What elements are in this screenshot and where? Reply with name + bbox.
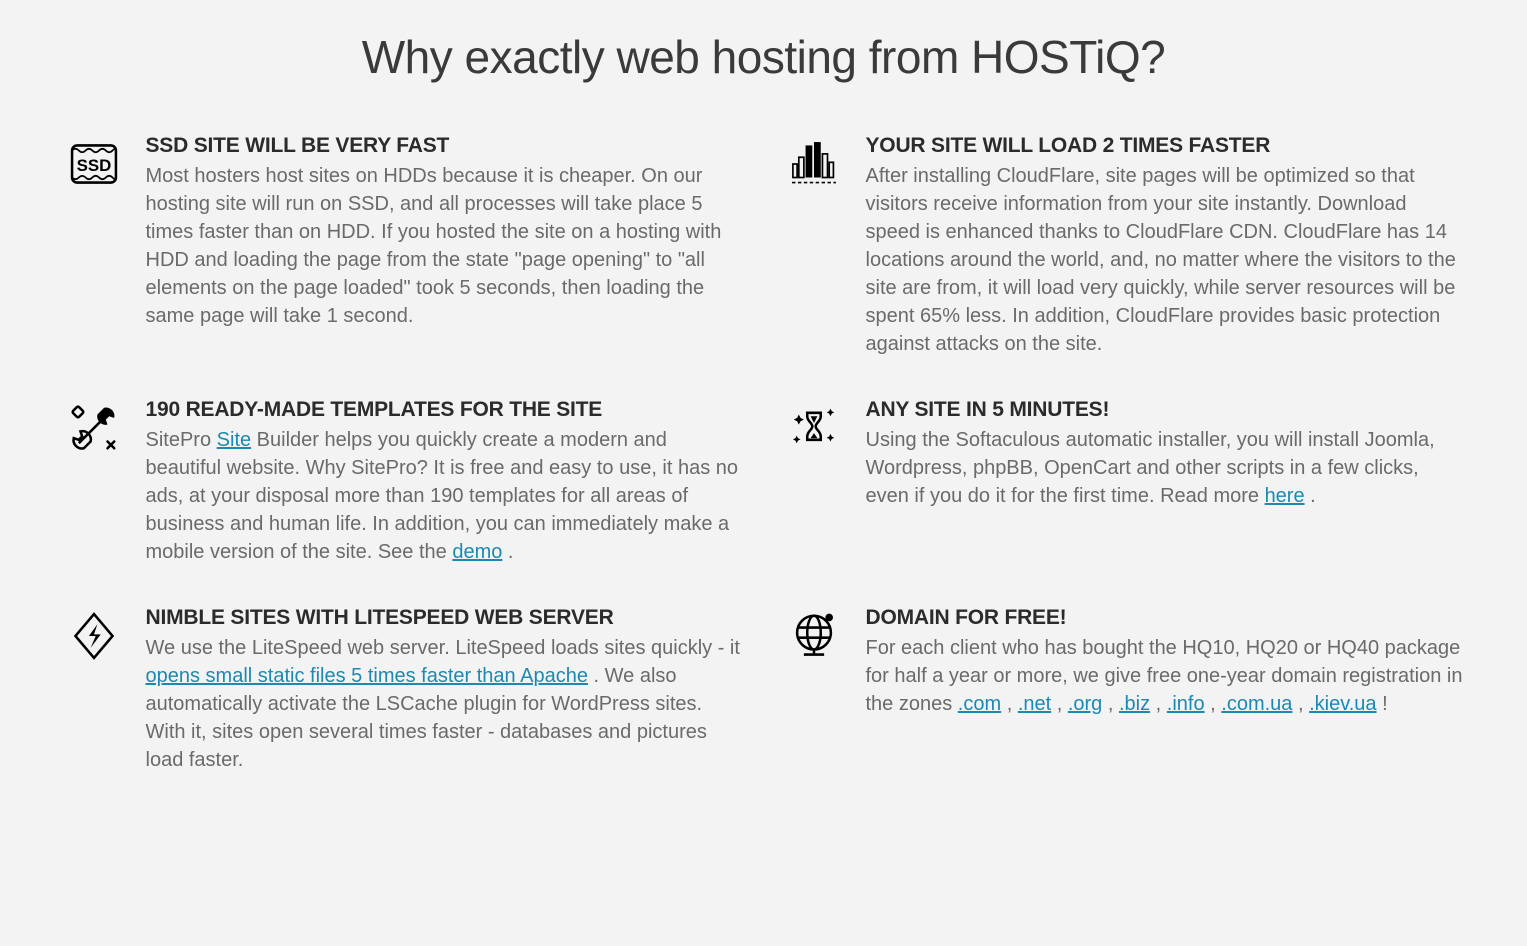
feature-description: For each client who has bought the HQ10,… — [866, 634, 1464, 718]
sitepro-site-link[interactable]: Site — [217, 429, 251, 451]
feature-templates: 190 READY-MADE TEMPLATES FOR THE SITE Si… — [64, 398, 744, 566]
demo-link[interactable]: demo — [452, 541, 502, 563]
feature-title: DOMAIN FOR FREE! — [866, 606, 1464, 630]
feature-domain: DOMAIN FOR FREE! For each client who has… — [784, 606, 1464, 774]
tools-icon — [64, 398, 124, 458]
softaculous-here-link[interactable]: here — [1265, 485, 1305, 507]
features-grid: SSD SSD SITE WILL BE VERY FAST Most host… — [64, 134, 1464, 774]
hourglass-stars-icon — [784, 398, 844, 458]
feature-litespeed: NIMBLE SITES WITH LITESPEED WEB SERVER W… — [64, 606, 744, 774]
domain-zones-list: .com , .net , .org , .biz , .info , .com… — [958, 693, 1377, 715]
svg-text:SSD: SSD — [76, 156, 111, 175]
domain-zone-link[interactable]: .net — [1018, 693, 1051, 715]
text-segment: Using the Softaculous automatic installe… — [866, 429, 1435, 507]
feature-title: 190 READY-MADE TEMPLATES FOR THE SITE — [146, 398, 744, 422]
feature-title: YOUR SITE WILL LOAD 2 TIMES FASTER — [866, 134, 1464, 158]
feature-description: After installing CloudFlare, site pages … — [866, 162, 1464, 358]
text-segment: ! — [1377, 693, 1388, 715]
feature-description: Most hosters host sites on HDDs because … — [146, 162, 744, 330]
domain-zone-link[interactable]: .com — [958, 693, 1001, 715]
domain-zone-link[interactable]: .kiev.ua — [1309, 693, 1376, 715]
text-segment: . — [1305, 485, 1316, 507]
feature-cloudflare: YOUR SITE WILL LOAD 2 TIMES FASTER After… — [784, 134, 1464, 358]
text-segment: SitePro — [146, 429, 217, 451]
litespeed-apache-link[interactable]: opens small static files 5 times faster … — [146, 665, 588, 687]
domain-zone-link[interactable]: .org — [1068, 693, 1102, 715]
domain-zone-link[interactable]: .info — [1167, 693, 1205, 715]
feature-description: Using the Softaculous automatic installe… — [866, 426, 1464, 510]
feature-ssd: SSD SSD SITE WILL BE VERY FAST Most host… — [64, 134, 744, 358]
litespeed-icon — [64, 606, 124, 666]
domain-zone-link[interactable]: .biz — [1119, 693, 1150, 715]
feature-softaculous: ANY SITE IN 5 MINUTES! Using the Softacu… — [784, 398, 1464, 566]
feature-title: NIMBLE SITES WITH LITESPEED WEB SERVER — [146, 606, 744, 630]
domain-zone-link[interactable]: .com.ua — [1221, 693, 1292, 715]
feature-title: ANY SITE IN 5 MINUTES! — [866, 398, 1464, 422]
bar-chart-icon — [784, 134, 844, 194]
text-segment: . — [502, 541, 513, 563]
feature-description: SitePro Site Builder helps you quickly c… — [146, 426, 744, 566]
ssd-icon: SSD — [64, 134, 124, 194]
feature-description: We use the LiteSpeed web server. LiteSpe… — [146, 634, 744, 774]
page-heading: Why exactly web hosting from HOSTiQ? — [30, 30, 1497, 84]
globe-icon — [784, 606, 844, 666]
feature-title: SSD SITE WILL BE VERY FAST — [146, 134, 744, 158]
text-segment: We use the LiteSpeed web server. LiteSpe… — [146, 637, 740, 659]
